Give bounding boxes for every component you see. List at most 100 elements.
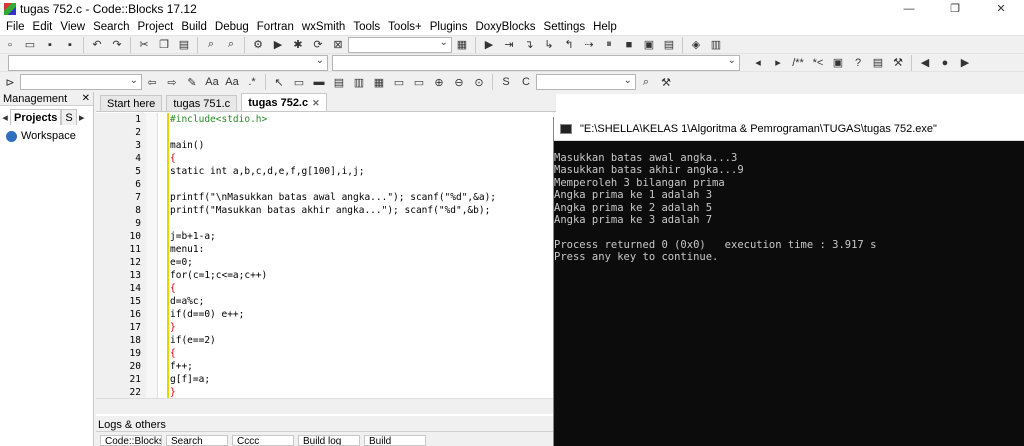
save-icon[interactable]: ▪ xyxy=(42,37,58,53)
menu-wxsmith[interactable]: wxSmith xyxy=(300,21,351,33)
help-icon[interactable]: ? xyxy=(850,55,866,71)
maximize-icon[interactable]: ❐ xyxy=(932,0,978,18)
run-icon[interactable]: ▶ xyxy=(270,37,286,53)
tab-projects[interactable]: Projects xyxy=(10,109,62,125)
symbol-search-icon[interactable]: ⌕ xyxy=(638,74,654,90)
workspace-node[interactable]: Workspace xyxy=(0,125,93,142)
editor-horizontal-scrollbar[interactable] xyxy=(96,398,553,414)
menu-tools[interactable]: Tools xyxy=(351,21,386,33)
zoom-out-icon[interactable]: ⊖ xyxy=(451,74,467,90)
copy-icon[interactable]: ❐ xyxy=(156,37,172,53)
step-out-icon[interactable]: ↰ xyxy=(561,37,577,53)
paste-icon[interactable]: ▤ xyxy=(176,37,192,53)
menu-search[interactable]: Search xyxy=(91,21,135,33)
menu-file[interactable]: File xyxy=(4,21,31,33)
bookmark-toggle-icon[interactable]: ● xyxy=(937,55,953,71)
minimize-icon[interactable]: — xyxy=(886,0,932,18)
tab-codeblocks-log[interactable]: Code::Blocks xyxy=(100,435,162,446)
debug-info-icon[interactable]: ▤ xyxy=(661,37,677,53)
replace-icon[interactable]: ⌕ xyxy=(223,37,239,53)
code-line[interactable] xyxy=(158,217,553,230)
code-line[interactable]: if(d==0) e++; xyxy=(158,308,553,321)
tab-scroll-right-icon[interactable]: ▸ xyxy=(78,109,86,125)
run-to-cursor-icon[interactable]: ⇥ xyxy=(501,37,517,53)
redo-icon[interactable]: ↷ xyxy=(109,37,125,53)
console-window[interactable]: "E:\SHELLA\KELAS 1\Algoritma & Pemrogram… xyxy=(553,117,1024,446)
wrench-icon[interactable]: ⚒ xyxy=(658,74,674,90)
menu-view[interactable]: View xyxy=(58,21,91,33)
code-line[interactable]: e=0; xyxy=(158,256,553,269)
stop-debug-icon[interactable]: ■ xyxy=(621,37,637,53)
code-line[interactable] xyxy=(158,126,553,139)
menu-doxyblocks[interactable]: DoxyBlocks xyxy=(473,21,541,33)
close-icon[interactable]: ✕ xyxy=(978,0,1024,18)
console-title-bar[interactable]: "E:\SHELLA\KELAS 1\Algoritma & Pemrogram… xyxy=(554,117,1024,141)
menu-fortran[interactable]: Fortran xyxy=(255,21,300,33)
comment-icon[interactable]: /** xyxy=(790,55,806,71)
select-icon[interactable]: ↖ xyxy=(271,74,287,90)
undo-icon[interactable]: ↶ xyxy=(89,37,105,53)
code-line[interactable]: menu1: xyxy=(158,243,553,256)
jump-back-icon[interactable]: ◂ xyxy=(750,55,766,71)
doxyblocks-run-icon[interactable]: ▥ xyxy=(708,37,724,53)
code-line[interactable]: } xyxy=(158,321,553,334)
zoom-in-icon[interactable]: ⊕ xyxy=(431,74,447,90)
save-all-icon[interactable]: ▪ xyxy=(62,37,78,53)
regex-icon[interactable]: .* xyxy=(244,74,260,90)
symbol-search-input[interactable] xyxy=(536,74,636,90)
highlight-icon[interactable]: ✎ xyxy=(184,74,200,90)
step-into-icon[interactable]: ↳ xyxy=(541,37,557,53)
tab-build-log[interactable]: Build log xyxy=(298,435,360,446)
line-icon[interactable]: ▬ xyxy=(311,74,327,90)
code-line[interactable]: { xyxy=(158,347,553,360)
jump-forward-icon[interactable]: ▸ xyxy=(770,55,786,71)
bookmark-next-icon[interactable]: ▶ xyxy=(957,55,973,71)
debug-icon[interactable]: ▶ xyxy=(481,37,497,53)
tab-tugas-752[interactable]: tugas 752.c ✕ xyxy=(241,93,327,111)
cut-icon[interactable]: ✂ xyxy=(136,37,152,53)
box-icon[interactable]: ▭ xyxy=(391,74,407,90)
tab-cccc[interactable]: Cccc xyxy=(232,435,294,446)
abort-icon[interactable]: ⊠ xyxy=(330,37,346,53)
close-tab-icon[interactable]: ✕ xyxy=(312,95,320,111)
code-line[interactable] xyxy=(158,178,553,191)
close-panel-icon[interactable]: ✕ xyxy=(82,92,90,106)
build-run-icon[interactable]: ✱ xyxy=(290,37,306,53)
case-sensitive-icon[interactable]: Aa xyxy=(204,74,220,90)
tools-icon[interactable]: ⚒ xyxy=(890,55,906,71)
menu-build[interactable]: Build xyxy=(179,21,213,33)
tab-symbols[interactable]: S xyxy=(61,109,77,125)
code-line[interactable]: { xyxy=(158,282,553,295)
code-line[interactable]: j=b+1-a; xyxy=(158,230,553,243)
split-v-icon[interactable]: ▥ xyxy=(351,74,367,90)
uncomment-icon[interactable]: *< xyxy=(810,55,826,71)
whole-word-icon[interactable]: Aa xyxy=(224,74,240,90)
code-line[interactable]: for(c=1;c<=a;c++) xyxy=(158,269,553,282)
open-file-icon[interactable]: ▭ xyxy=(22,37,38,53)
find-icon[interactable]: ⌕ xyxy=(203,37,219,53)
search-forward-icon[interactable]: ⇨ xyxy=(164,74,180,90)
search-back-icon[interactable]: ⇦ xyxy=(144,74,160,90)
debug-windows-icon[interactable]: ▣ xyxy=(641,37,657,53)
menu-settings[interactable]: Settings xyxy=(542,21,592,33)
box2-icon[interactable]: ▭ xyxy=(411,74,427,90)
code-line[interactable]: d=a%c; xyxy=(158,295,553,308)
next-line-icon[interactable]: ↴ xyxy=(521,37,537,53)
tab-search-results[interactable]: Search results xyxy=(166,435,228,446)
c-icon[interactable]: C xyxy=(518,74,534,90)
fold-margin[interactable] xyxy=(146,113,158,398)
doc-icon[interactable]: ▣ xyxy=(830,55,846,71)
bookmark-prev-icon[interactable]: ◀ xyxy=(917,55,933,71)
next-instruction-icon[interactable]: ⇢ xyxy=(581,37,597,53)
rect-select-icon[interactable]: ▭ xyxy=(291,74,307,90)
code-editor[interactable]: #include<stdio.h> main() { static int a,… xyxy=(158,113,553,398)
menu-plugins[interactable]: Plugins xyxy=(428,21,474,33)
code-line[interactable]: if(e==2) xyxy=(158,334,553,347)
menu-tools-plus[interactable]: Tools+ xyxy=(386,21,428,33)
search-input[interactable] xyxy=(20,74,142,90)
code-line[interactable]: #include<stdio.h> xyxy=(158,113,553,126)
extract-icon[interactable]: ▤ xyxy=(870,55,886,71)
tab-tugas-751[interactable]: tugas 751.c xyxy=(166,95,238,111)
menu-debug[interactable]: Debug xyxy=(213,21,255,33)
code-line[interactable]: } xyxy=(158,386,553,398)
